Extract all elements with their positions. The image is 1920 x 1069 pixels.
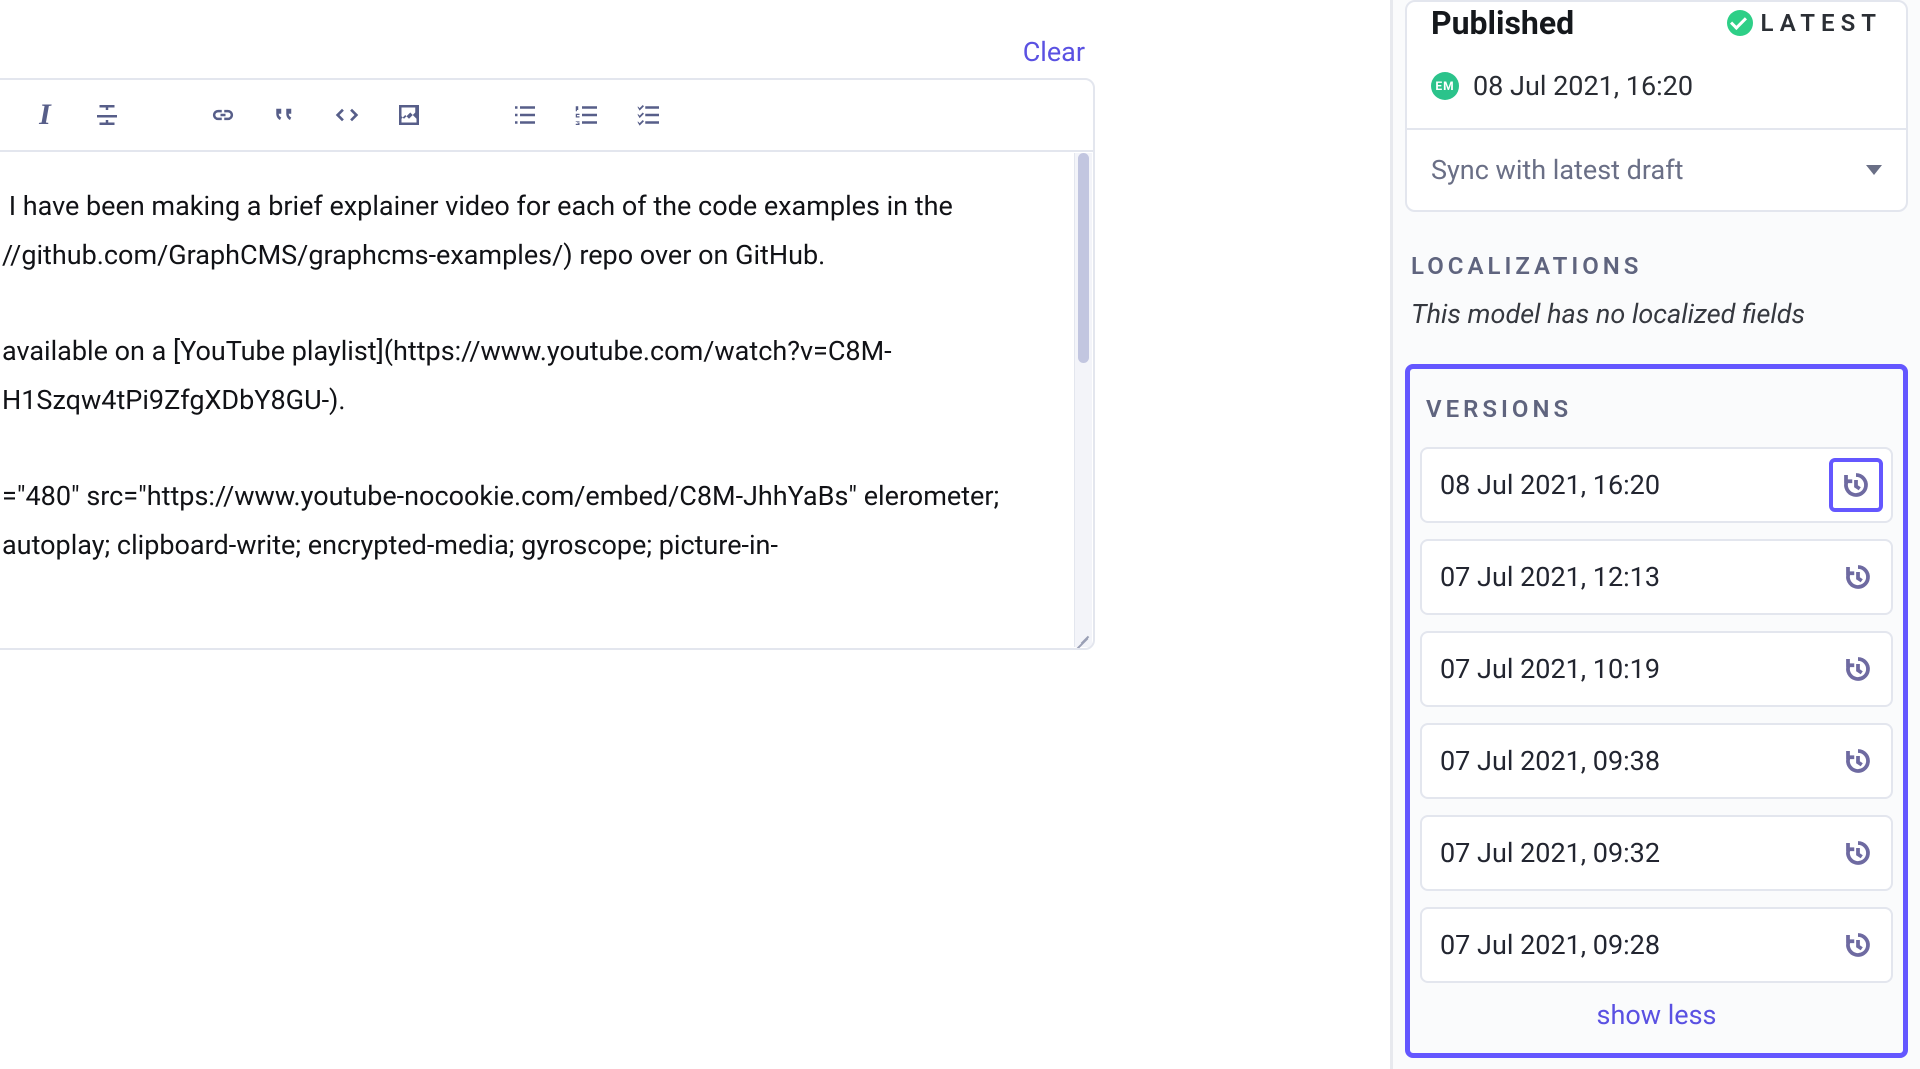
editor-paragraph: available on a [YouTube playlist](https:… [2,327,1073,424]
latest-badge: LATEST [1727,9,1882,37]
published-date: 08 Jul 2021, 16:20 [1473,70,1693,102]
version-item[interactable]: 07 Jul 2021, 09:28 [1420,907,1893,983]
image-icon[interactable] [391,97,427,133]
numbered-list-icon[interactable] [569,97,605,133]
localizations-empty-text: This model has no localized fields [1411,298,1902,330]
version-date: 07 Jul 2021, 12:13 [1440,561,1660,593]
italic-icon[interactable]: I [27,97,63,133]
strikethrough-icon[interactable] [89,97,125,133]
history-icon [1841,470,1871,500]
version-item[interactable]: 07 Jul 2021, 09:38 [1420,723,1893,799]
history-icon-highlight[interactable] [1829,458,1883,512]
link-icon[interactable] [205,97,241,133]
richtext-editor: I [0,78,1095,650]
sync-dropdown[interactable]: Sync with latest draft [1407,128,1906,210]
sidebar: Published LATEST EM 08 Jul 2021, 16:20 S… [1390,0,1920,1069]
history-icon[interactable] [1843,838,1873,868]
editor-paragraph: ="480" src="https://www.youtube-nocookie… [2,472,1073,569]
localizations-heading: LOCALIZATIONS [1411,252,1902,280]
version-date: 08 Jul 2021, 16:20 [1440,469,1660,501]
sync-label: Sync with latest draft [1431,154,1683,186]
versions-panel: VERSIONS 08 Jul 2021, 16:20 07 Jul 2021,… [1405,364,1908,1058]
history-icon[interactable] [1843,930,1873,960]
bullet-list-icon[interactable] [507,97,543,133]
editor-textarea[interactable]: I have been making a brief explainer vid… [0,152,1093,648]
publish-status-title: Published [1431,4,1574,42]
history-icon[interactable] [1843,562,1873,592]
check-list-icon[interactable] [631,97,667,133]
avatar: EM [1431,72,1459,100]
resize-handle[interactable] [1075,630,1091,646]
show-less-button[interactable]: show less [1420,999,1893,1031]
version-item[interactable]: 07 Jul 2021, 12:13 [1420,539,1893,615]
version-item[interactable]: 07 Jul 2021, 10:19 [1420,631,1893,707]
editor-paragraph: I have been making a brief explainer vid… [2,182,1073,279]
publish-status-card: Published LATEST EM 08 Jul 2021, 16:20 S… [1405,0,1908,212]
clear-button[interactable]: Clear [1023,36,1085,68]
versions-heading: VERSIONS [1426,395,1887,423]
history-icon[interactable] [1843,654,1873,684]
latest-label: LATEST [1761,9,1882,37]
code-icon[interactable] [329,97,365,133]
version-item[interactable]: 07 Jul 2021, 09:32 [1420,815,1893,891]
history-icon[interactable] [1843,746,1873,776]
editor-toolbar: I [0,80,1093,152]
check-icon [1727,10,1753,36]
version-date: 07 Jul 2021, 09:32 [1440,837,1660,869]
quote-icon[interactable] [267,97,303,133]
chevron-down-icon [1866,165,1882,175]
version-date: 07 Jul 2021, 10:19 [1440,653,1660,685]
version-item[interactable]: 08 Jul 2021, 16:20 [1420,447,1893,523]
editor-scrollbar[interactable] [1074,153,1092,647]
version-date: 07 Jul 2021, 09:28 [1440,929,1660,961]
version-date: 07 Jul 2021, 09:38 [1440,745,1660,777]
